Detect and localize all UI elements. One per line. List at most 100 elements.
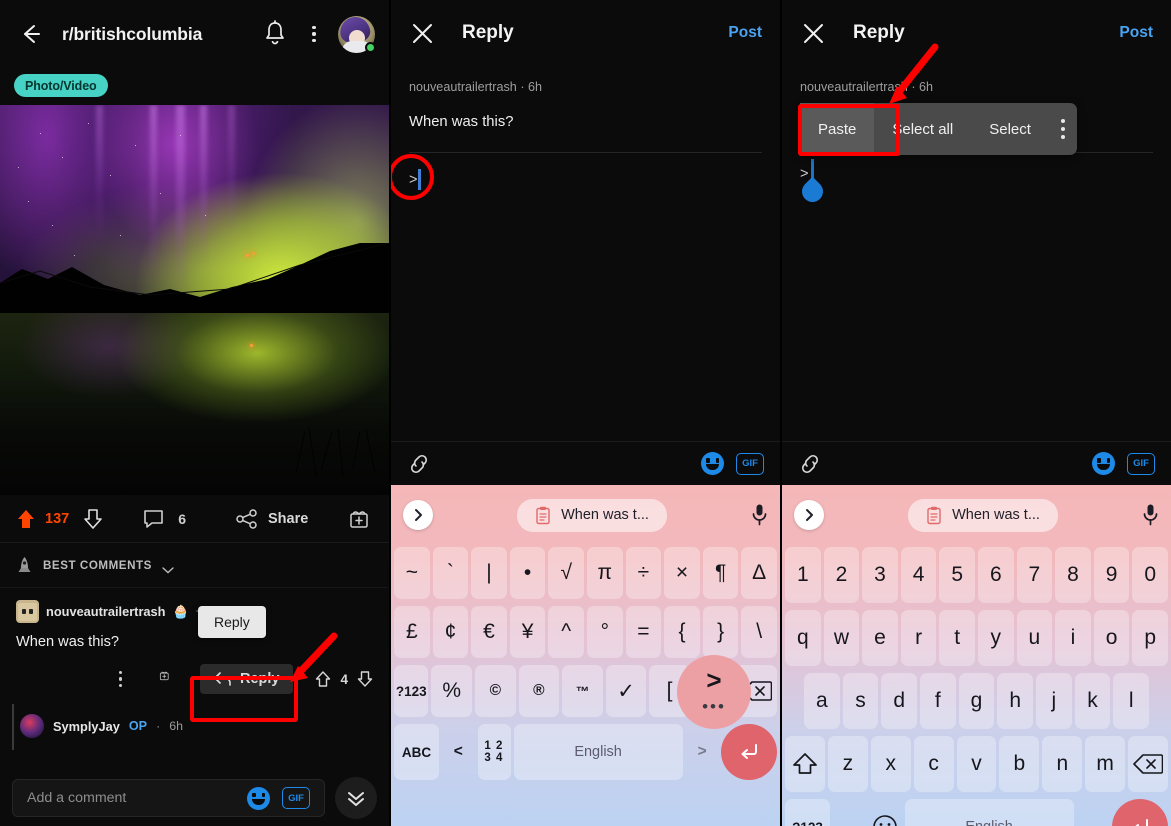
- key-percent[interactable]: %: [431, 665, 473, 717]
- key-trademark[interactable]: ™: [562, 665, 603, 717]
- upvote-arrow-icon[interactable]: [16, 508, 36, 530]
- close-x-icon[interactable]: [800, 20, 827, 47]
- key-comma[interactable]: ,: [833, 799, 866, 826]
- key-v[interactable]: v: [956, 736, 997, 792]
- key-symbols-toggle[interactable]: ?123: [394, 665, 429, 717]
- key-n[interactable]: n: [1042, 736, 1083, 792]
- context-menu-select[interactable]: Select: [971, 103, 1049, 155]
- key-brace-close[interactable]: }: [702, 606, 739, 658]
- emoji-icon[interactable]: [1092, 452, 1115, 475]
- key-y[interactable]: y: [978, 610, 1014, 666]
- key-delta[interactable]: Δ: [741, 547, 777, 599]
- shift-icon[interactable]: [785, 736, 825, 792]
- enter-return-icon[interactable]: [721, 724, 777, 780]
- key-u[interactable]: u: [1016, 610, 1053, 666]
- key-k[interactable]: k: [1074, 673, 1111, 729]
- post-image[interactable]: [0, 105, 389, 495]
- key-d[interactable]: d: [881, 673, 917, 729]
- post-button[interactable]: Post: [728, 24, 762, 42]
- post-button[interactable]: Post: [1119, 24, 1153, 42]
- key-tilde[interactable]: ~: [394, 547, 430, 599]
- link-chain-icon[interactable]: [798, 453, 822, 475]
- key-copyright[interactable]: ©: [475, 665, 516, 717]
- key-t[interactable]: t: [939, 610, 975, 666]
- context-menu-select-all[interactable]: Select all: [874, 103, 971, 155]
- key-b[interactable]: b: [999, 736, 1040, 792]
- key-pipe[interactable]: |: [471, 547, 507, 599]
- key-6[interactable]: 6: [978, 547, 1014, 603]
- reply-text-editor[interactable]: >: [782, 153, 1171, 383]
- key-l[interactable]: l: [1113, 673, 1150, 729]
- key-pi[interactable]: π: [587, 547, 623, 599]
- key-space[interactable]: English: [904, 799, 1074, 826]
- gif-icon[interactable]: GIF: [736, 452, 764, 475]
- key-z[interactable]: z: [827, 736, 868, 792]
- key-3[interactable]: 3: [862, 547, 898, 603]
- key-divide[interactable]: ÷: [625, 547, 662, 599]
- text-selection-handle[interactable]: [797, 159, 828, 207]
- clipboard-suggestion-chip[interactable]: When was t...: [908, 498, 1058, 532]
- key-h[interactable]: h: [997, 673, 1034, 729]
- key-w[interactable]: w: [823, 610, 860, 666]
- upvote-arrow-icon[interactable]: [315, 670, 331, 688]
- backspace-icon[interactable]: [1128, 736, 1169, 792]
- award-gift-icon[interactable]: [348, 508, 370, 530]
- key-8[interactable]: 8: [1055, 547, 1091, 603]
- key-4[interactable]: 4: [900, 547, 937, 603]
- key-greater-than[interactable]: >: [686, 724, 719, 780]
- sort-best-comments[interactable]: BEST COMMENTS: [0, 543, 389, 588]
- child-comment-avatar[interactable]: [20, 714, 44, 738]
- link-chain-icon[interactable]: [407, 453, 431, 475]
- chevron-right-icon[interactable]: [794, 500, 824, 530]
- kebab-icon[interactable]: [304, 21, 324, 47]
- key-euro[interactable]: €: [471, 606, 507, 658]
- key-2[interactable]: 2: [823, 547, 860, 603]
- key-pilcrow[interactable]: ¶: [702, 547, 739, 599]
- add-comment-input[interactable]: Add a comment GIF: [12, 779, 325, 817]
- key-backtick[interactable]: `: [432, 547, 469, 599]
- key-5[interactable]: 5: [939, 547, 975, 603]
- key-f[interactable]: f: [920, 673, 956, 729]
- key-space[interactable]: English: [513, 724, 683, 780]
- award-gift-icon[interactable]: [159, 669, 170, 690]
- key-g[interactable]: g: [958, 673, 995, 729]
- comment-bubble-icon[interactable]: [143, 509, 164, 529]
- key-bullet[interactable]: •: [509, 547, 546, 599]
- key-period[interactable]: .: [1077, 799, 1110, 826]
- key-backslash[interactable]: \: [741, 606, 777, 658]
- chevron-right-icon[interactable]: [403, 500, 433, 530]
- key-multiply[interactable]: ×: [664, 547, 700, 599]
- key-pound[interactable]: £: [394, 606, 430, 658]
- arrow-left-icon[interactable]: [14, 17, 48, 51]
- key-registered[interactable]: ®: [518, 665, 560, 717]
- key-degree[interactable]: °: [587, 606, 623, 658]
- key-symbols-toggle[interactable]: ?123: [785, 799, 830, 826]
- key-check[interactable]: ✓: [605, 665, 647, 717]
- comment-reply-button[interactable]: Reply: [199, 664, 294, 694]
- key-sqrt[interactable]: √: [548, 547, 584, 599]
- downvote-arrow-icon[interactable]: [83, 508, 103, 530]
- key-0[interactable]: 0: [1132, 547, 1168, 603]
- child-comment-author[interactable]: SymplyJay: [53, 719, 120, 734]
- key-c[interactable]: c: [913, 736, 954, 792]
- avatar[interactable]: [338, 15, 376, 53]
- clipboard-suggestion-chip[interactable]: When was t...: [517, 498, 667, 532]
- key-x[interactable]: x: [870, 736, 911, 792]
- key-a[interactable]: a: [803, 673, 840, 729]
- key-less-than[interactable]: <: [442, 724, 475, 780]
- key-cent[interactable]: ¢: [432, 606, 469, 658]
- microphone-icon[interactable]: [1142, 503, 1159, 527]
- key-7[interactable]: 7: [1016, 547, 1053, 603]
- comment-avatar[interactable]: [16, 599, 39, 623]
- key-p[interactable]: p: [1132, 610, 1168, 666]
- key-o[interactable]: o: [1093, 610, 1130, 666]
- emoji-icon[interactable]: [701, 452, 724, 475]
- key-q[interactable]: q: [785, 610, 821, 666]
- close-x-icon[interactable]: [409, 20, 436, 47]
- share-button[interactable]: Share: [236, 508, 308, 529]
- key-r[interactable]: r: [900, 610, 937, 666]
- microphone-icon[interactable]: [751, 503, 768, 527]
- emoji-icon[interactable]: [247, 786, 270, 810]
- flair-badge[interactable]: Photo/Video: [14, 74, 108, 97]
- context-menu-paste[interactable]: Paste: [800, 103, 875, 155]
